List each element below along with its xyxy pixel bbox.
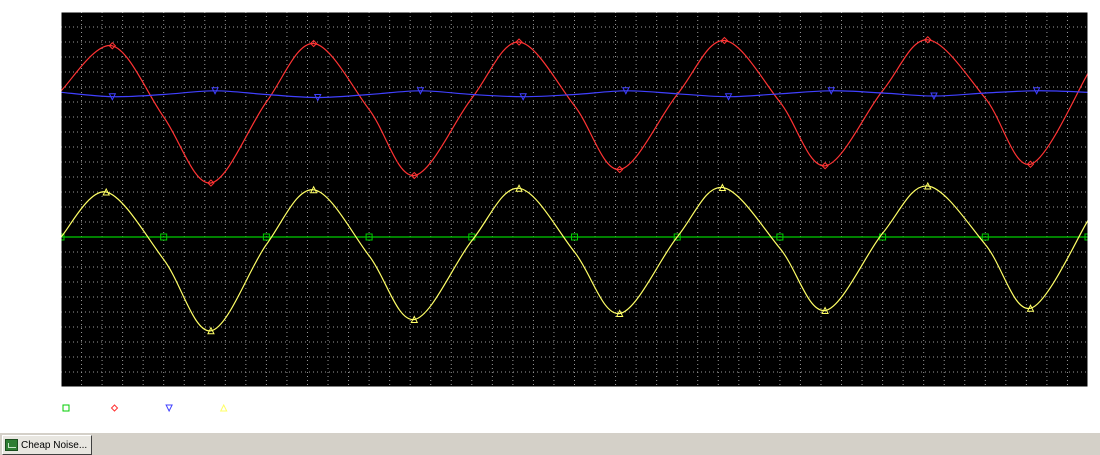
y-tick-label: 1.0V — [32, 158, 56, 169]
schematic-app-icon — [5, 439, 18, 451]
task-button-label: Cheap Noise... — [21, 439, 88, 451]
legend-marker-v-vi — [62, 404, 70, 412]
legend-label-v-uc1: V(Uc1) — [176, 404, 212, 415]
x-tick-label: 5.0ms — [1073, 393, 1100, 404]
plot-window: 0s 0.5ms 1.0ms 1.5ms 2.0ms 2.5ms 3.0ms 3.5ms 4.0… — [0, 0, 1100, 432]
y-tick-label: 3.0V — [32, 8, 56, 19]
y-tick-label: -1.0V — [26, 308, 56, 319]
x-tick-label: 4.0ms — [868, 393, 898, 404]
legend-label-v-vc2: V(Vc2) — [122, 404, 158, 415]
legend-label-v-vl: V(Vl) — [231, 404, 261, 415]
legend-label-v-vi: V(Vi) — [73, 404, 103, 415]
x-tick-label: 0s — [55, 393, 67, 404]
legend-marker-v-vl — [219, 403, 228, 412]
x-tick-label: 1.0ms — [251, 393, 281, 404]
legend: V(Vi) V(Vc2) V(Uc1) V(Vl) — [62, 403, 261, 415]
x-tick-label: 2.5ms — [559, 393, 589, 404]
x-tick-label: 1.5ms — [354, 393, 384, 404]
taskbar: Cheap Noise... — [0, 432, 1100, 455]
x-tick-label: 3.5ms — [765, 393, 795, 404]
legend-marker-v-vc2 — [110, 404, 119, 412]
legend-marker-v-uc1 — [165, 404, 173, 413]
y-tick-label: 2.0V — [32, 83, 56, 94]
x-axis-label: Time — [563, 418, 587, 429]
chart[interactable]: 0s 0.5ms 1.0ms 1.5ms 2.0ms 2.5ms 3.0ms 3.5ms 4.0… — [0, 0, 1100, 432]
x-tick-label: 4.5ms — [970, 393, 1000, 404]
y-tick-label: -2.0V — [26, 383, 56, 394]
x-tick-label: 0.5ms — [149, 393, 179, 404]
x-tick-label: 2.0ms — [457, 393, 487, 404]
y-tick-label: 0V — [44, 233, 56, 244]
task-button-cheap-noise[interactable]: Cheap Noise... — [2, 435, 93, 455]
x-tick-label: 3.0ms — [662, 393, 692, 404]
